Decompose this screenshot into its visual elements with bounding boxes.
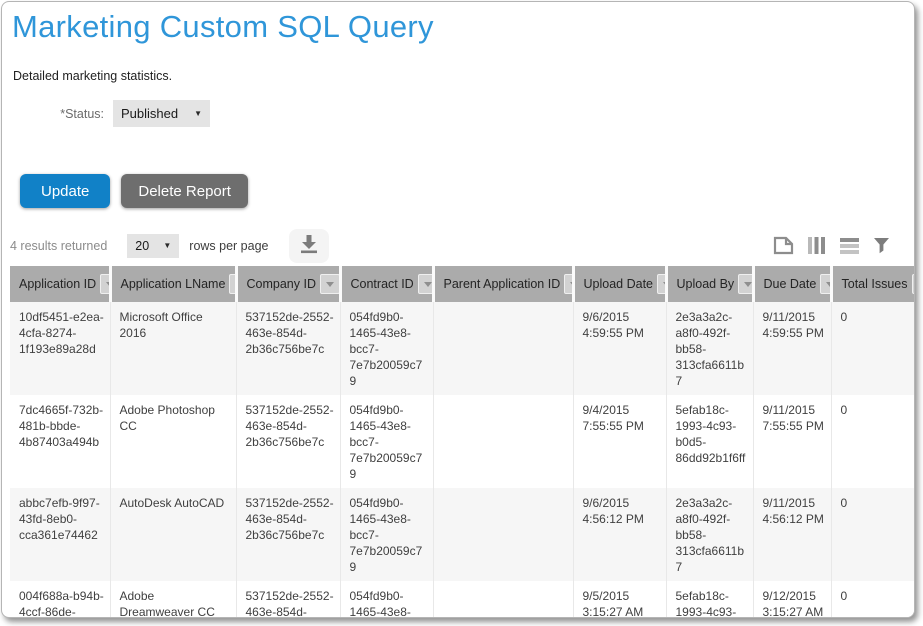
rows-icon[interactable] — [839, 237, 860, 254]
export-page-icon[interactable] — [773, 236, 794, 255]
download-button[interactable] — [289, 229, 329, 263]
cell-upload-date: 9/5/2015 3:15:27 AM — [573, 581, 666, 618]
status-field-row: *Status: Published ▼ — [2, 100, 914, 127]
column-header-label: Due Date — [764, 277, 817, 291]
report-page: Marketing Custom SQL Query Detailed mark… — [1, 1, 915, 618]
cell-application-lname: AutoDesk AutoCAD — [110, 488, 236, 581]
action-buttons: Update Delete Report — [20, 174, 914, 208]
cell-total-issues: 0 — [831, 488, 915, 581]
cell-parent-application-id — [433, 302, 573, 395]
cell-contract-id: 054fd9b0-1465-43e8-bcc7-7e7b20059c79 — [340, 581, 433, 618]
column-header-total-issues[interactable]: Total Issues — [831, 266, 915, 302]
cell-company-id: 537152de-2552-463e-854d-2b36c756be7c — [236, 488, 340, 581]
column-filter-button[interactable] — [657, 274, 666, 294]
cell-application-lname: Adobe Photoshop CC — [110, 395, 236, 488]
results-table: Application ID Application LName Company… — [10, 266, 915, 618]
cell-application-id: 7dc4665f-732b-481b-bbde-4b87403a494b — [10, 395, 110, 488]
column-header-due-date[interactable]: Due Date — [753, 266, 831, 302]
column-header-label: Upload By — [677, 277, 735, 291]
cell-application-lname: Adobe Dreamweaver CC — [110, 581, 236, 618]
cell-parent-application-id — [433, 581, 573, 618]
chevron-down-icon: ▼ — [194, 109, 202, 118]
table-row: abbc7efb-9f97-43fd-8eb0-cca361e74462 Aut… — [10, 488, 915, 581]
page-title: Marketing Custom SQL Query — [12, 4, 914, 50]
column-header-label: Company ID — [247, 277, 316, 291]
table-row: 10df5451-e2ea-4cfa-8274-1f193e89a28d Mic… — [10, 302, 915, 395]
page-size-value: 20 — [135, 239, 149, 253]
column-header-label: Total Issues — [842, 277, 908, 291]
column-filter-button[interactable] — [738, 274, 753, 294]
column-header-contract-id[interactable]: Contract ID — [340, 266, 433, 302]
cell-company-id: 537152de-2552-463e-854d-2b36c756be7c — [236, 395, 340, 488]
column-header-label: Upload Date — [584, 277, 654, 291]
cell-application-lname: Microsoft Office 2016 — [110, 302, 236, 395]
table-row: 004f688a-b94b-4ccf-86de-e4b9cbbb9cde Ado… — [10, 581, 915, 618]
column-filter-button[interactable] — [820, 274, 831, 294]
chevron-down-icon — [424, 282, 432, 287]
cell-due-date: 9/11/2015 4:56:12 PM — [753, 488, 831, 581]
status-label: *Status: — [2, 107, 104, 121]
cell-contract-id: 054fd9b0-1465-43e8-bcc7-7e7b20059c79 — [340, 302, 433, 395]
table-body: 10df5451-e2ea-4cfa-8274-1f193e89a28d Mic… — [10, 302, 915, 618]
cell-upload-by: 5efab18c-1993-4c93-b0d5-86dd92b1f6ff — [666, 581, 753, 618]
column-header-application-id[interactable]: Application ID — [10, 266, 110, 302]
column-header-upload-by[interactable]: Upload By — [666, 266, 753, 302]
column-header-parent-application-id[interactable]: Parent Application ID — [433, 266, 573, 302]
column-header-label: Parent Application ID — [444, 277, 561, 291]
status-select[interactable]: Published ▼ — [113, 100, 210, 127]
cell-parent-application-id — [433, 488, 573, 581]
results-count: 4 results returned — [10, 239, 107, 253]
cell-total-issues: 0 — [831, 302, 915, 395]
chevron-down-icon — [744, 282, 752, 287]
columns-icon[interactable] — [807, 236, 826, 255]
page-size-select[interactable]: 20 ▼ — [127, 234, 179, 258]
column-filter-button[interactable] — [100, 274, 110, 294]
cell-application-id: abbc7efb-9f97-43fd-8eb0-cca361e74462 — [10, 488, 110, 581]
cell-upload-date: 9/6/2015 4:59:55 PM — [573, 302, 666, 395]
cell-upload-date: 9/4/2015 7:55:55 PM — [573, 395, 666, 488]
cell-upload-date: 9/6/2015 4:56:12 PM — [573, 488, 666, 581]
cell-upload-by: 5efab18c-1993-4c93-b0d5-86dd92b1f6ff — [666, 395, 753, 488]
column-filter-button[interactable] — [564, 274, 573, 294]
grid-view-icons — [773, 236, 890, 255]
cell-upload-by: 2e3a3a2c-a8f0-492f-bb58-313cfa6611b7 — [666, 302, 753, 395]
cell-due-date: 9/12/2015 3:15:27 AM — [753, 581, 831, 618]
table-header: Application ID Application LName Company… — [10, 266, 915, 302]
column-header-upload-date[interactable]: Upload Date — [573, 266, 666, 302]
column-header-label: Application LName — [121, 277, 226, 291]
rows-per-page-label: rows per page — [189, 239, 268, 253]
cell-total-issues: 0 — [831, 581, 915, 618]
table-header-row: Application ID Application LName Company… — [10, 266, 915, 302]
delete-report-button[interactable]: Delete Report — [121, 174, 248, 208]
grid-toolbar: 4 results returned 20 ▼ rows per page — [2, 228, 914, 263]
column-header-label: Application ID — [19, 277, 96, 291]
filter-icon[interactable] — [873, 237, 890, 254]
cell-parent-application-id — [433, 395, 573, 488]
download-icon — [298, 234, 320, 257]
cell-contract-id: 054fd9b0-1465-43e8-bcc7-7e7b20059c79 — [340, 395, 433, 488]
column-header-label: Contract ID — [351, 277, 414, 291]
status-select-value: Published — [121, 106, 178, 121]
column-header-application-lname[interactable]: Application LName — [110, 266, 236, 302]
cell-application-id: 10df5451-e2ea-4cfa-8274-1f193e89a28d — [10, 302, 110, 395]
page-subtitle: Detailed marketing statistics. — [13, 69, 914, 84]
column-filter-button[interactable] — [418, 274, 433, 294]
cell-upload-by: 2e3a3a2c-a8f0-492f-bb58-313cfa6611b7 — [666, 488, 753, 581]
column-filter-button[interactable] — [229, 274, 236, 294]
chevron-down-icon: ▼ — [163, 241, 171, 250]
cell-total-issues: 0 — [831, 395, 915, 488]
cell-contract-id: 054fd9b0-1465-43e8-bcc7-7e7b20059c79 — [340, 488, 433, 581]
column-header-company-id[interactable]: Company ID — [236, 266, 340, 302]
table-row: 7dc4665f-732b-481b-bbde-4b87403a494b Ado… — [10, 395, 915, 488]
cell-application-id: 004f688a-b94b-4ccf-86de-e4b9cbbb9cde — [10, 581, 110, 618]
update-button[interactable]: Update — [20, 174, 110, 208]
cell-due-date: 9/11/2015 7:55:55 PM — [753, 395, 831, 488]
cell-due-date: 9/11/2015 4:59:55 PM — [753, 302, 831, 395]
column-filter-button[interactable] — [912, 274, 915, 294]
cell-company-id: 537152de-2552-463e-854d-2b36c756be7c — [236, 581, 340, 618]
chevron-down-icon — [326, 282, 334, 287]
column-filter-button[interactable] — [320, 274, 340, 294]
cell-company-id: 537152de-2552-463e-854d-2b36c756be7c — [236, 302, 340, 395]
